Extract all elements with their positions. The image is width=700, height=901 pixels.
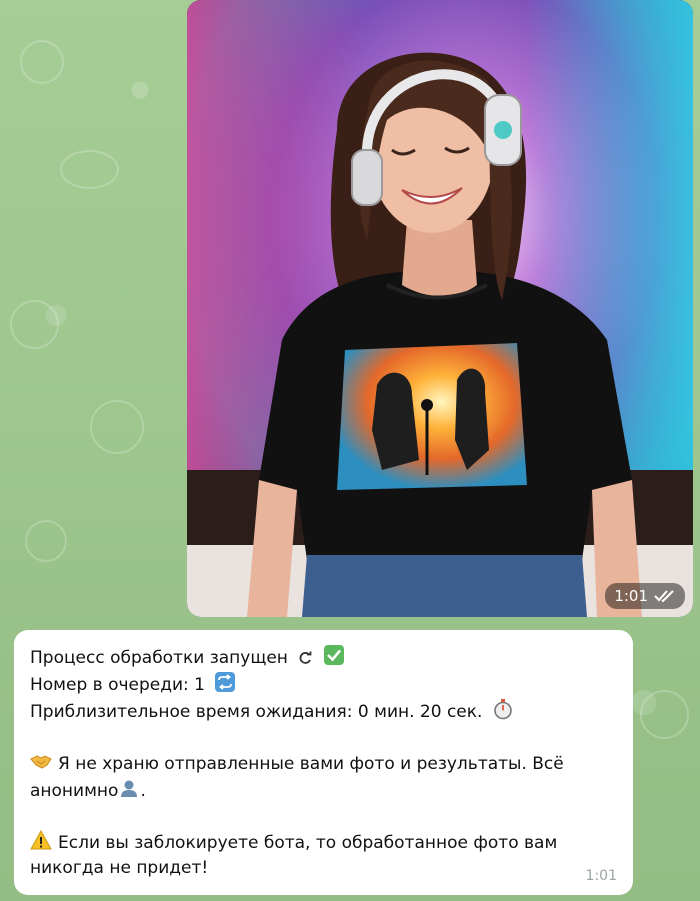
warning-text-cont: никогда не придет!: [30, 858, 209, 878]
message-line: Я не храню отправленные вами фото и резу…: [30, 750, 617, 777]
wait-time-text: Приблизительное время ожидания: 0 мин. 2…: [30, 702, 483, 722]
photo-image: [187, 0, 693, 617]
message-line: Если вы заблокируете бота, то обработанн…: [30, 829, 617, 856]
wallpaper-doodle: [90, 400, 144, 454]
wallpaper-doodle: [10, 300, 59, 349]
privacy-text: Я не храню отправленные вами фото и резу…: [58, 754, 564, 774]
message-line: анонимно .: [30, 777, 617, 804]
privacy-text-cont: анонимно: [30, 781, 119, 801]
repeat-button-icon: [215, 672, 236, 692]
check-mark-button-icon: [323, 645, 344, 665]
photo-time: 1:01: [614, 587, 648, 605]
message-line: Приблизительное время ожидания: 0 мин. 2…: [30, 698, 617, 725]
bust-silhouette-icon: [121, 780, 138, 797]
text-message[interactable]: Процесс обработки запущен Номер в очеред…: [14, 630, 633, 895]
queue-number-text: Номер в очереди: 1: [30, 675, 205, 695]
wallpaper-doodle: [640, 690, 689, 739]
message-line: Процесс обработки запущен: [30, 644, 617, 671]
warning-text: Если вы заблокируете бота, то обработанн…: [58, 833, 558, 853]
message-line: никогда не придет!: [30, 856, 617, 881]
status-text: Процесс обработки запущен: [30, 648, 288, 668]
message-line: Номер в очереди: 1: [30, 671, 617, 698]
wallpaper-doodle: [25, 520, 67, 562]
double-check-icon: [654, 590, 674, 603]
photo-meta: 1:01: [605, 583, 685, 609]
handshake-icon: [30, 755, 52, 769]
photo-message[interactable]: 1:01: [187, 0, 693, 617]
refresh-icon: [299, 651, 312, 664]
wallpaper-doodle: [20, 40, 64, 84]
stopwatch-icon: [494, 699, 512, 720]
wallpaper-doodle: [60, 150, 119, 189]
message-time: 1:01: [585, 868, 617, 884]
warning-icon: [30, 829, 52, 850]
